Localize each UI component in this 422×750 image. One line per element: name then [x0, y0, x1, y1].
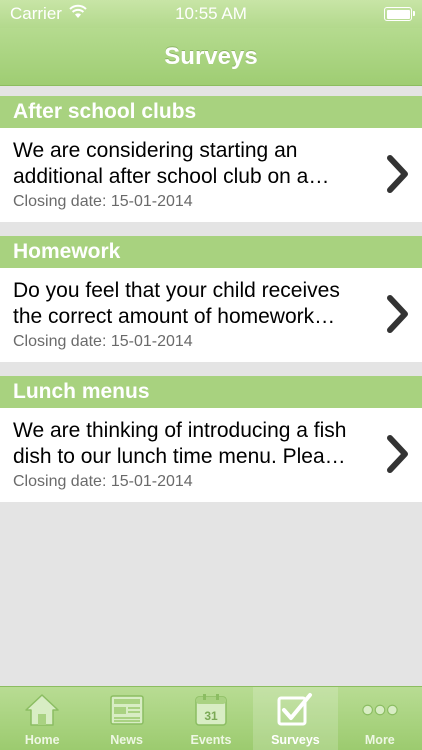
- section-header-after-school-clubs: After school clubs: [0, 96, 422, 128]
- chevron-right-icon: [387, 435, 408, 473]
- survey-closing-date: Closing date: 15-01-2014: [13, 193, 193, 210]
- status-bar: Carrier 10:55 AM: [0, 0, 422, 28]
- status-time: 10:55 AM: [175, 4, 247, 23]
- tab-label: Events: [190, 733, 232, 747]
- survey-description: Do you feel that your child receives the…: [13, 279, 340, 328]
- tab-events[interactable]: 31 Events: [169, 687, 253, 750]
- more-icon: [361, 691, 399, 729]
- tab-label: More: [364, 733, 395, 747]
- navigation-bar: Surveys: [0, 28, 422, 86]
- battery-icon: [384, 7, 415, 21]
- survey-closing-date: Closing date: 15-01-2014: [13, 473, 193, 490]
- page-title: Surveys: [164, 42, 258, 70]
- calendar-day: 31: [204, 709, 218, 723]
- tab-more[interactable]: More: [338, 687, 422, 750]
- calendar-icon: 31: [192, 691, 230, 729]
- survey-list: After school clubs We are considering st…: [0, 96, 422, 502]
- survey-row-lunch-menus[interactable]: We are thinking of introducing a fish di…: [0, 408, 422, 502]
- tab-label: Home: [24, 733, 60, 747]
- tab-surveys[interactable]: Surveys: [253, 687, 338, 750]
- section-header-homework: Homework: [0, 236, 422, 268]
- survey-closing-date: Closing date: 15-01-2014: [13, 333, 193, 350]
- tab-news[interactable]: News: [84, 687, 168, 750]
- survey-row-homework[interactable]: Do you feel that your child receives the…: [0, 268, 422, 362]
- survey-row-after-school-clubs[interactable]: We are considering starting an additiona…: [0, 128, 422, 222]
- section-header-lunch-menus: Lunch menus: [0, 376, 422, 408]
- checkbox-icon: [276, 691, 314, 729]
- tab-bar: Home News 31 Events Surveys More: [0, 686, 422, 750]
- news-icon: [108, 691, 146, 729]
- tab-home[interactable]: Home: [0, 687, 84, 750]
- survey-description: We are considering starting an additiona…: [13, 139, 330, 188]
- chevron-right-icon: [387, 295, 408, 333]
- chevron-right-icon: [387, 155, 408, 193]
- home-icon: [23, 691, 61, 729]
- survey-description: We are thinking of introducing a fish di…: [13, 419, 347, 468]
- tab-label: News: [110, 733, 143, 747]
- tab-label: Surveys: [271, 733, 320, 747]
